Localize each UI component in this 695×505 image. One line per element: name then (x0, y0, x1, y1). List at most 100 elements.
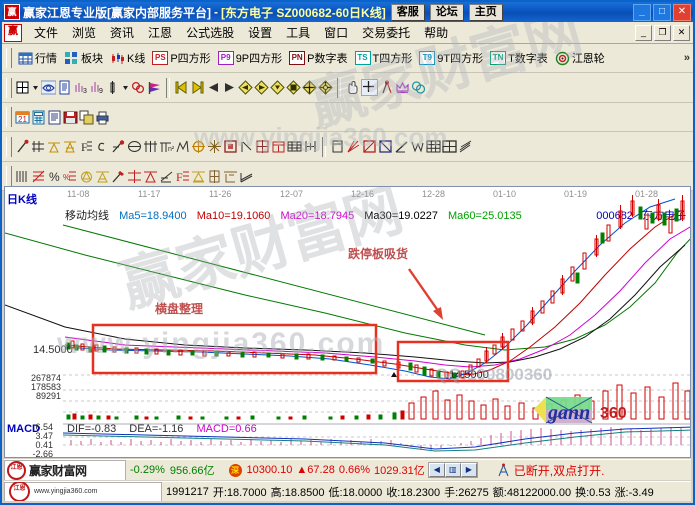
shen2-icon[interactable] (207, 169, 222, 184)
hand-icon[interactable] (345, 80, 360, 95)
toolbar-file-grip[interactable] (6, 107, 12, 127)
dropdown-arrow-2-icon[interactable] (121, 80, 130, 95)
ma9-icon[interactable]: 9 (89, 80, 104, 95)
trend-icon[interactable] (239, 139, 254, 154)
red-box-icon[interactable] (362, 139, 377, 154)
maximize-button[interactable]: □ (653, 4, 671, 21)
blue-box-icon[interactable] (378, 139, 393, 154)
next-icon[interactable] (222, 80, 237, 95)
homepage-button[interactable]: 主页 (468, 3, 503, 21)
dropdown-arrow-icon[interactable] (31, 80, 40, 95)
gold-circle2-icon[interactable] (95, 169, 110, 184)
wave-icon[interactable] (175, 139, 190, 154)
grid2-icon[interactable] (442, 139, 457, 154)
toolbar-9p-square-button[interactable]: P9 9P四方形 (215, 48, 285, 68)
status-scroller[interactable]: ◀ ▥ ▶ (427, 462, 478, 478)
calculator-icon[interactable] (31, 110, 46, 125)
move-icon[interactable] (318, 80, 333, 95)
angle-icon[interactable] (394, 139, 409, 154)
menu-tools[interactable]: 工具 (279, 22, 317, 43)
gold-circle1-icon[interactable] (79, 169, 94, 184)
scroll-left-button[interactable]: ◀ (428, 463, 445, 477)
target-icon[interactable] (191, 139, 206, 154)
frame-icon[interactable] (223, 139, 238, 154)
four-icon[interactable] (239, 169, 254, 184)
list-icon[interactable] (15, 169, 30, 184)
save-icon[interactable] (63, 110, 78, 125)
toolbar-nav-grip[interactable] (6, 77, 12, 98)
gann-fan-icon[interactable] (31, 139, 46, 154)
forum-button[interactable]: 论坛 (429, 3, 464, 21)
red-cross-icon[interactable] (127, 169, 142, 184)
marker-icon[interactable] (111, 139, 126, 154)
report-icon[interactable] (57, 80, 72, 95)
fib-f-icon[interactable]: F (79, 139, 94, 154)
knot-icon[interactable] (131, 80, 146, 95)
toolbar-p-square-button[interactable]: PS P四方形 (149, 48, 213, 68)
mdi-restore-button[interactable]: ❐ (654, 24, 671, 41)
red-f-icon[interactable]: F (175, 169, 190, 184)
toolbar-gann-wheel-button[interactable]: 江恩轮 (552, 48, 608, 68)
red-gold-icon[interactable] (143, 169, 158, 184)
toolbar-overflow-icon[interactable]: » (684, 52, 690, 64)
zoom-left-icon[interactable] (238, 80, 253, 95)
menu-help[interactable]: 帮助 (417, 22, 455, 43)
grid-lines-icon[interactable] (143, 139, 158, 154)
ting-icon[interactable] (223, 169, 238, 184)
vertical-bar-icon[interactable] (105, 80, 120, 95)
gold-box2-icon[interactable] (63, 139, 78, 154)
toolbar-blocks-button[interactable]: 板块 (61, 48, 106, 68)
spiral-icon[interactable] (95, 139, 110, 154)
customer-service-button[interactable]: 客服 (390, 3, 425, 21)
crosshair-icon[interactable] (361, 79, 378, 96)
first-icon[interactable] (174, 80, 189, 95)
flag-icon[interactable] (147, 80, 162, 95)
toolbar-draw-grip[interactable] (6, 136, 12, 157)
square-n2-icon[interactable]: n² (159, 139, 174, 154)
menu-news[interactable]: 资讯 (103, 22, 141, 43)
menu-file[interactable]: 文件 (27, 22, 65, 43)
brain-icon[interactable] (411, 80, 426, 95)
red-fan-icon[interactable] (346, 139, 361, 154)
grid1-icon[interactable] (426, 139, 441, 154)
ying-icon[interactable] (271, 139, 286, 154)
toolbar-tools-grip[interactable] (6, 166, 12, 186)
calendar21-icon[interactable]: 21 (15, 110, 30, 125)
expand-icon[interactable] (302, 80, 317, 95)
menu-trade[interactable]: 交易委托 (355, 22, 417, 43)
star-icon[interactable] (207, 139, 222, 154)
brush-icon[interactable] (111, 169, 126, 184)
close-button[interactable]: ✕ (673, 4, 691, 21)
minimize-button[interactable]: _ (633, 4, 651, 21)
slopes-icon[interactable] (458, 139, 473, 154)
zoom-out-icon[interactable] (286, 80, 301, 95)
center-icon[interactable] (303, 139, 318, 154)
crown-icon[interactable] (395, 80, 410, 95)
chart-panel[interactable]: 11-08 11-17 11-26 12-07 12-16 12-28 01-1… (4, 186, 691, 458)
menu-browse[interactable]: 浏览 (65, 22, 103, 43)
toolbar-quote-button[interactable]: 行情 (15, 48, 60, 68)
gold-box1-icon[interactable] (47, 139, 62, 154)
valley-icon[interactable] (410, 139, 425, 154)
menu-settings[interactable]: 设置 (241, 22, 279, 43)
percent-cross-icon[interactable] (31, 169, 46, 184)
shen-icon[interactable] (255, 139, 270, 154)
matrix-icon[interactable] (287, 139, 302, 154)
copy-icon[interactable] (79, 110, 94, 125)
gold-angle-icon[interactable] (191, 169, 206, 184)
ma3-icon[interactable]: 3 (73, 80, 88, 95)
toolbar-9t-square-button[interactable]: T9 9T四方形 (416, 48, 486, 68)
toolbar-grip[interactable] (6, 48, 12, 68)
prev-icon[interactable] (206, 80, 221, 95)
mdi-minimize-button[interactable]: _ (635, 24, 652, 41)
last-icon[interactable] (190, 80, 205, 95)
toolbar-t-square-button[interactable]: TS T四方形 (352, 48, 416, 68)
print-icon[interactable] (95, 110, 110, 125)
toolbar-t-number-button[interactable]: TN T数字表 (487, 48, 551, 68)
menu-window[interactable]: 窗口 (317, 22, 355, 43)
scroll-right-button[interactable]: ▶ (460, 463, 477, 477)
eye-chart-icon[interactable] (41, 80, 56, 95)
zoom-in-icon[interactable] (270, 80, 285, 95)
menu-formula-stock[interactable]: 公式选股 (179, 22, 241, 43)
percent-icon[interactable]: % (47, 169, 62, 184)
